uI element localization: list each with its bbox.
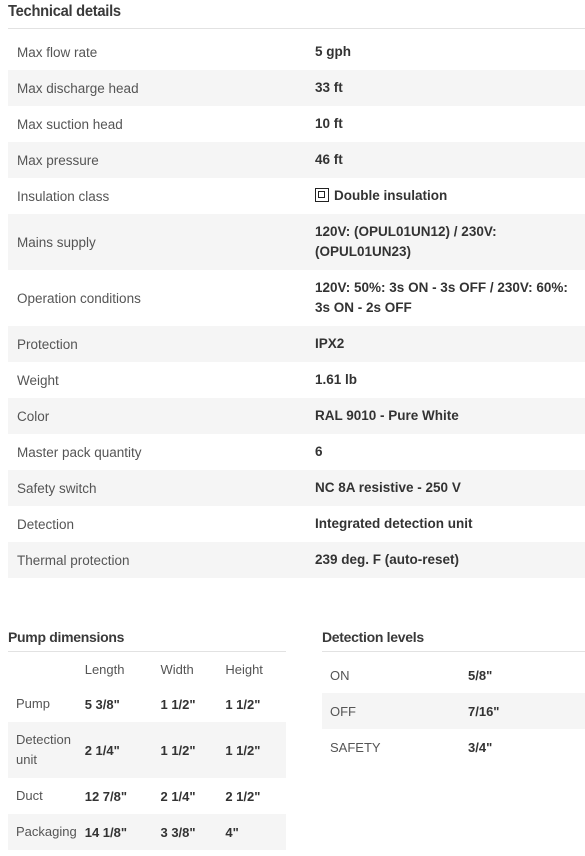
pump-dimensions-table: Length Width Height Pump 5 3/8" 1 1/2" 1…: [8, 652, 286, 850]
table-row: OFF 7/16": [322, 693, 585, 729]
table-row: Mains supply 120V: (OPUL01UN12) / 230V: (…: [8, 214, 585, 270]
length-value: 14 1/8": [76, 814, 153, 850]
table-row: SAFETY 3/4": [322, 729, 585, 765]
table-row: Detection unit 2 1/4" 1 1/2" 1 1/2": [8, 722, 286, 778]
column-header-height: Height: [225, 661, 263, 677]
row-label: Weight: [17, 372, 59, 388]
row-label: ON: [330, 667, 350, 683]
row-value: RAL 9010 - Pure White: [306, 398, 585, 434]
row-value: 239 deg. F (auto-reset): [306, 542, 585, 578]
height-value: 4": [217, 814, 286, 850]
table-row: Thermal protection 239 deg. F (auto-reset…: [8, 542, 585, 578]
detection-levels-table: ON 5/8" OFF 7/16" SAFETY 3/4": [322, 657, 585, 765]
row-value: IPX2: [306, 326, 585, 362]
table-row: Packaging 14 1/8" 3 3/8" 4": [8, 814, 286, 850]
title-divider: [8, 28, 585, 29]
column-header-length: Length: [84, 661, 125, 677]
row-value: 5/8": [468, 667, 493, 683]
row-value: 120V: 50%: 3s ON - 3s OFF / 230V: 60%: 3…: [315, 280, 568, 315]
row-value: Double insulation: [306, 178, 585, 214]
column-header: [8, 652, 77, 686]
row-value: 10 ft: [315, 116, 343, 131]
width-value: 1 1/2": [152, 722, 218, 778]
row-value: Integrated detection unit: [315, 516, 473, 531]
row-label: Detection: [17, 516, 75, 532]
length-value: 5 3/8": [84, 696, 120, 712]
row-label: Max suction head: [17, 116, 123, 132]
table-row: Max flow rate 5 gph: [8, 34, 585, 70]
header-row: Length Width Height: [8, 652, 286, 686]
row-value: 7/16": [460, 693, 585, 729]
row-label: Insulation class: [17, 188, 110, 204]
table-row: Pump 5 3/8" 1 1/2" 1 1/2": [8, 686, 286, 722]
table-row: Max suction head 10 ft: [8, 106, 585, 142]
row-label: Duct: [16, 788, 43, 803]
row-label: Master pack quantity: [17, 444, 142, 460]
row-value: 5 gph: [315, 44, 351, 59]
length-value: 2 1/4": [76, 722, 153, 778]
row-label: OFF: [322, 693, 460, 729]
table-row: Master pack quantity 6: [8, 434, 585, 470]
row-label: Max pressure: [8, 142, 306, 178]
row-value: 6: [315, 444, 323, 459]
column-header-width: Width: [160, 661, 194, 677]
technical-details-table: Max flow rate 5 gph Max discharge head 33 …: [8, 34, 585, 578]
table-row: Max discharge head 33 ft: [8, 70, 585, 106]
height-value: 2 1/2": [225, 788, 261, 804]
row-label: Pump: [16, 696, 50, 711]
row-value: 33 ft: [306, 70, 585, 106]
row-value: 120V: (OPUL01UN12) / 230V: (OPUL01UN23): [306, 214, 585, 270]
detection-levels-title: Detection levels: [322, 629, 424, 645]
row-label: Packaging: [8, 814, 77, 850]
row-label: Safety switch: [8, 470, 306, 506]
row-label: Max discharge head: [8, 70, 306, 106]
row-label: Protection: [8, 326, 306, 362]
length-value: 12 7/8": [84, 788, 128, 804]
pump-dimensions-title: Pump dimensions: [8, 629, 125, 645]
height-value: 1 1/2": [217, 722, 286, 778]
table-row: Safety switch NC 8A resistive - 250 V: [8, 470, 585, 506]
table-row: Max pressure 46 ft: [8, 142, 585, 178]
table-row: Duct 12 7/8" 2 1/4" 2 1/2": [8, 778, 286, 814]
technical-details-title: Technical details: [8, 3, 121, 20]
row-value: 3/4": [468, 739, 493, 755]
title-divider: [322, 651, 585, 652]
row-label: Operation conditions: [17, 290, 141, 306]
double-insulation-icon: [315, 188, 329, 202]
width-value: 3 3/8": [152, 814, 218, 850]
table-row: Operation conditions 120V: 50%: 3s ON - 3…: [8, 270, 585, 326]
row-label: Max flow rate: [17, 44, 98, 60]
row-value: 46 ft: [306, 142, 585, 178]
row-label: Mains supply: [8, 214, 306, 270]
table-row: Weight 1.61 lb: [8, 362, 585, 398]
row-label: SAFETY: [330, 739, 381, 755]
row-label: Color: [8, 398, 306, 434]
row-label: Thermal protection: [8, 542, 306, 578]
table-row: ON 5/8": [322, 657, 585, 693]
table-row: Insulation class Double insulation: [8, 178, 585, 214]
table-row: Protection IPX2: [8, 326, 585, 362]
row-value: 1.61 lb: [315, 372, 358, 387]
width-value: 2 1/4": [160, 788, 196, 804]
table-row: Color RAL 9010 - Pure White: [8, 398, 585, 434]
insulation-value: Double insulation: [334, 188, 448, 203]
row-label: Detection unit: [8, 722, 77, 778]
row-value: NC 8A resistive - 250 V: [306, 470, 585, 506]
height-value: 1 1/2": [225, 696, 261, 712]
table-row: Detection Integrated detection unit: [8, 506, 585, 542]
width-value: 1 1/2": [160, 696, 196, 712]
